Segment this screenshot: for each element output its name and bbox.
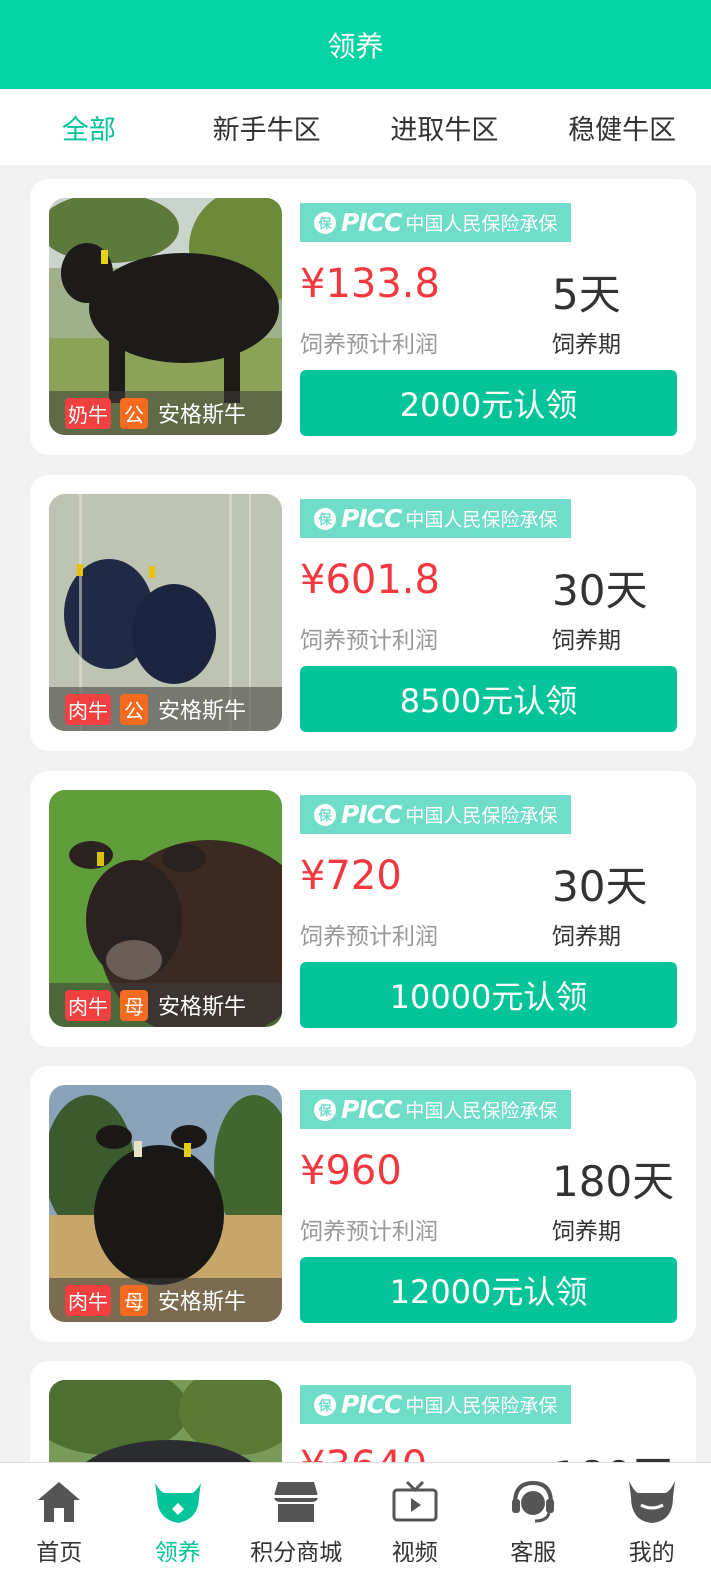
cattle-list[interactable]: 奶牛 公 安格斯牛 保 PICC 中国人民保险承保 ¥133.8 5天 饲养预计… bbox=[0, 165, 711, 1462]
video-icon bbox=[390, 1477, 440, 1527]
period-value: 5天 bbox=[552, 270, 621, 319]
cattle-photo: 肉牛 母 安格斯牛 bbox=[49, 1085, 282, 1322]
picc-logo: PICC bbox=[341, 208, 402, 237]
nav-video[interactable]: 视频 bbox=[356, 1463, 475, 1570]
insurance-badge: 保 PICC 中国人民保险承保 bbox=[300, 795, 571, 834]
nav-label: 首页 bbox=[36, 1540, 83, 1566]
nav-label: 我的 bbox=[628, 1540, 675, 1566]
cattle-photo: 肉牛 母 安格斯牛 bbox=[49, 790, 282, 1027]
profile-icon bbox=[627, 1477, 677, 1527]
shield-icon: 保 bbox=[314, 1098, 336, 1121]
profit-value: ¥3640 bbox=[300, 1443, 427, 1462]
picc-logo: PICC bbox=[341, 800, 402, 829]
breed-label: 安格斯牛 bbox=[158, 995, 247, 1020]
headset-icon bbox=[508, 1477, 558, 1527]
claim-button[interactable]: 8500元认领 bbox=[300, 666, 677, 732]
period-label: 饲养期 bbox=[552, 332, 621, 358]
cattle-card[interactable]: 奶牛 公 安格斯牛 保 PICC 中国人民保险承保 ¥133.8 5天 饲养预计… bbox=[30, 179, 696, 455]
period-label: 饲养期 bbox=[552, 924, 621, 950]
cattle-card[interactable]: 保 PICC 中国人民保险承保 ¥3640 180天 bbox=[30, 1361, 696, 1462]
period-value: 180天 bbox=[552, 1443, 674, 1462]
profit-value: ¥720 bbox=[300, 853, 402, 899]
nav-store[interactable]: 积分商城 bbox=[237, 1463, 356, 1570]
store-icon bbox=[271, 1477, 321, 1527]
nav-service[interactable]: 客服 bbox=[474, 1463, 593, 1570]
breed-label: 安格斯牛 bbox=[158, 403, 247, 428]
profit-value: ¥133.8 bbox=[300, 261, 440, 307]
period-label: 饲养期 bbox=[552, 1219, 621, 1245]
cattle-card[interactable]: 肉牛 母 安格斯牛 保 PICC 中国人民保险承保 ¥960 180天 饲养预计… bbox=[30, 1066, 696, 1342]
tag-bar: 肉牛 母 安格斯牛 bbox=[49, 1278, 282, 1322]
sex-tag: 母 bbox=[120, 1284, 148, 1316]
shield-icon: 保 bbox=[314, 1393, 336, 1416]
sex-tag: 公 bbox=[120, 693, 148, 725]
type-tag: 肉牛 bbox=[65, 1284, 111, 1316]
period-value: 30天 bbox=[552, 566, 648, 615]
cow-head-icon bbox=[153, 1477, 203, 1527]
insurance-badge: 保 PICC 中国人民保险承保 bbox=[300, 1385, 571, 1424]
tag-bar: 肉牛 母 安格斯牛 bbox=[49, 983, 282, 1027]
shield-icon: 保 bbox=[314, 803, 336, 826]
sex-tag: 母 bbox=[120, 989, 148, 1021]
breed-label: 安格斯牛 bbox=[158, 1290, 247, 1315]
category-tabs: 全部 新手牛区 进取牛区 稳健牛区 bbox=[0, 89, 711, 165]
profit-value: ¥601.8 bbox=[300, 557, 440, 603]
profit-label: 饲养预计利润 bbox=[300, 1219, 438, 1245]
insurance-text: 中国人民保险承保 bbox=[405, 1395, 558, 1417]
cattle-card[interactable]: 肉牛 公 安格斯牛 保 PICC 中国人民保险承保 ¥601.8 30天 饲养预… bbox=[30, 475, 696, 751]
nav-label: 积分商城 bbox=[250, 1540, 343, 1566]
cattle-photo: 奶牛 公 安格斯牛 bbox=[49, 198, 282, 435]
type-tag: 肉牛 bbox=[65, 693, 111, 725]
page-title: 领养 bbox=[327, 29, 384, 63]
tag-bar: 奶牛 公 安格斯牛 bbox=[49, 391, 282, 435]
insurance-text: 中国人民保险承保 bbox=[405, 509, 558, 531]
period-value: 30天 bbox=[552, 862, 648, 911]
nav-label: 领养 bbox=[154, 1540, 201, 1566]
insurance-badge: 保 PICC 中国人民保险承保 bbox=[300, 499, 571, 538]
claim-button[interactable]: 12000元认领 bbox=[300, 1257, 677, 1323]
profit-label: 饲养预计利润 bbox=[300, 628, 438, 654]
bottom-tab-bar: 首页 领养 积分商城 视频 客服 我的 bbox=[0, 1462, 711, 1570]
cattle-card[interactable]: 肉牛 母 安格斯牛 保 PICC 中国人民保险承保 ¥720 30天 饲养预计利… bbox=[30, 771, 696, 1047]
nav-profile[interactable]: 我的 bbox=[593, 1463, 711, 1570]
period-label: 饲养期 bbox=[552, 628, 621, 654]
home-icon bbox=[34, 1477, 84, 1527]
period-value: 180天 bbox=[552, 1157, 675, 1206]
tab-novice[interactable]: 新手牛区 bbox=[178, 89, 356, 165]
profit-value: ¥960 bbox=[300, 1148, 402, 1194]
claim-button[interactable]: 2000元认领 bbox=[300, 370, 677, 436]
tab-steady[interactable]: 稳健牛区 bbox=[533, 89, 711, 165]
type-tag: 奶牛 bbox=[65, 397, 111, 429]
picc-logo: PICC bbox=[341, 504, 402, 533]
picc-logo: PICC bbox=[341, 1095, 402, 1124]
type-tag: 肉牛 bbox=[65, 989, 111, 1021]
tab-aggressive[interactable]: 进取牛区 bbox=[356, 89, 534, 165]
insurance-text: 中国人民保险承保 bbox=[405, 805, 558, 827]
page-header: 领养 bbox=[0, 0, 711, 89]
nav-adopt[interactable]: 领养 bbox=[119, 1463, 238, 1570]
nav-label: 视频 bbox=[391, 1540, 438, 1566]
claim-button[interactable]: 10000元认领 bbox=[300, 962, 677, 1028]
profit-label: 饲养预计利润 bbox=[300, 924, 438, 950]
nav-label: 客服 bbox=[510, 1540, 557, 1566]
insurance-text: 中国人民保险承保 bbox=[405, 1100, 558, 1122]
cattle-photo bbox=[49, 1380, 282, 1462]
cattle-photo: 肉牛 公 安格斯牛 bbox=[49, 494, 282, 731]
tab-all[interactable]: 全部 bbox=[0, 89, 178, 165]
profit-label: 饲养预计利润 bbox=[300, 332, 438, 358]
insurance-badge: 保 PICC 中国人民保险承保 bbox=[300, 1090, 571, 1129]
shield-icon: 保 bbox=[314, 507, 336, 530]
breed-label: 安格斯牛 bbox=[158, 699, 247, 724]
insurance-text: 中国人民保险承保 bbox=[405, 213, 558, 235]
shield-icon: 保 bbox=[314, 211, 336, 234]
insurance-badge: 保 PICC 中国人民保险承保 bbox=[300, 203, 571, 242]
sex-tag: 公 bbox=[120, 397, 148, 429]
picc-logo: PICC bbox=[341, 1390, 402, 1419]
tag-bar: 肉牛 公 安格斯牛 bbox=[49, 687, 282, 731]
nav-home[interactable]: 首页 bbox=[0, 1463, 119, 1570]
